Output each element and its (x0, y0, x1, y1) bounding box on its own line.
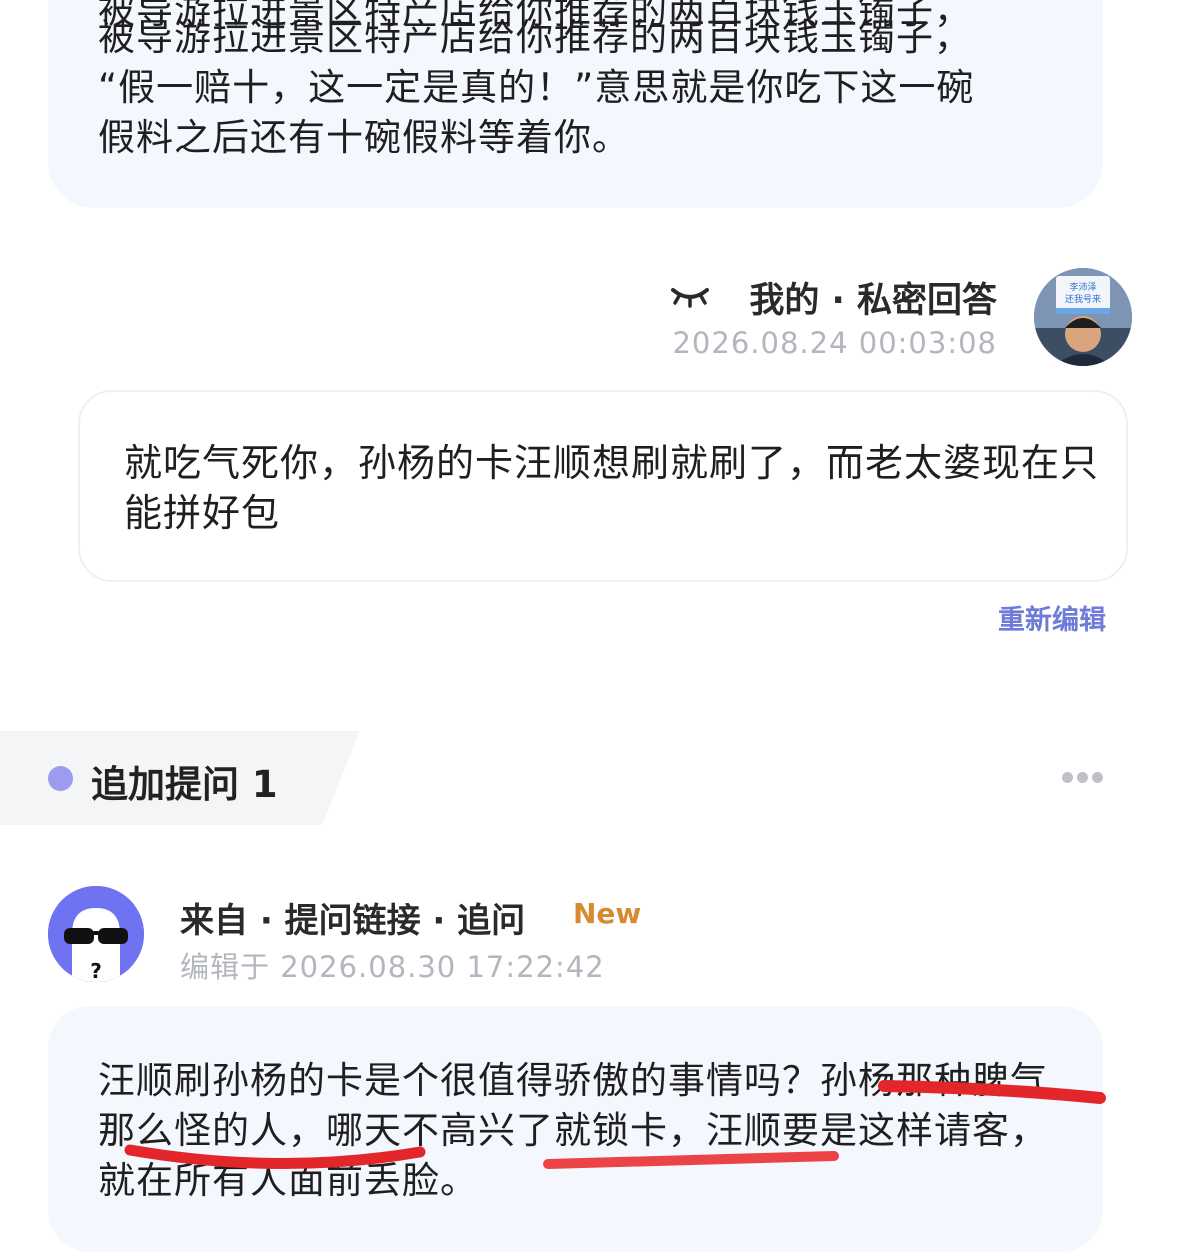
private-answer-title: 我的 · 私密回答 (749, 281, 997, 321)
user-avatar[interactable]: 李沛泽 还我号来 (1034, 268, 1132, 366)
more-horizontal-icon[interactable] (1062, 772, 1104, 784)
closed-eye-icon (671, 288, 709, 308)
followup-tag-label: 追加提问 1 (91, 763, 278, 806)
sunglasses-face-icon: ? (48, 886, 144, 982)
svg-text:还我号来: 还我号来 (1065, 293, 1101, 305)
reedit-button[interactable]: 重新编辑 (998, 598, 1106, 637)
svg-text:李沛泽: 李沛泽 (1069, 281, 1096, 293)
previous-answer-line-2: “假一赔十，这一定是真的！”意思就是你吃下这一碗 (98, 66, 975, 109)
previous-answer-line-1: 被导游拉进景区特产店给你推荐的两百块钱玉镯子， (98, 16, 972, 59)
asker-source-label: 来自 · 提问链接 · 追问 (180, 901, 526, 941)
private-answer-text: 就吃气死你，孙杨的卡汪顺想刷就刷了，而老太婆现在只能拼好包 (124, 441, 1100, 535)
svg-text:?: ? (90, 959, 102, 982)
new-badge: New (573, 897, 642, 930)
avatar-photo-illustration: 李沛泽 还我号来 (1034, 268, 1132, 366)
private-answer-timestamp: 2026.08.24 00:03:08 (672, 326, 997, 360)
edited-timestamp: 编辑于 2026.08.30 17:22:42 (180, 950, 605, 984)
anonymous-asker-avatar: ? (48, 886, 144, 982)
previous-answer-line-3: 假料之后还有十碗假料等着你。 (98, 116, 630, 159)
section-dot-icon (48, 766, 73, 791)
followup-question-text: 汪顺刷孙杨的卡是个很值得骄傲的事情吗？孙杨那种脾气那么怪的人，哪天不高兴了就锁卡… (98, 1059, 1048, 1202)
